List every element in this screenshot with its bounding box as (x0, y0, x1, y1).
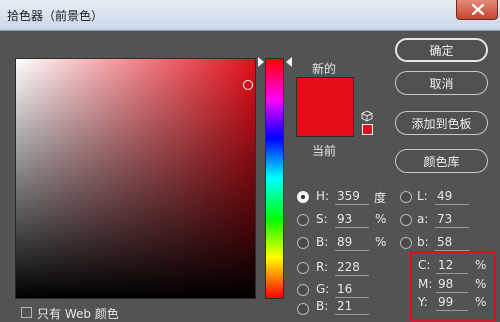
lab-b-label: b: (417, 235, 429, 249)
brightness-input[interactable]: 89 (335, 234, 369, 251)
green-label: G: (316, 282, 330, 296)
hue-radio[interactable] (297, 191, 309, 203)
lightness-label: L: (417, 189, 428, 203)
red-radio[interactable] (297, 262, 309, 274)
cyan-unit: % (475, 258, 487, 272)
green-radio[interactable] (297, 284, 309, 296)
lab-a-input[interactable]: 73 (435, 211, 469, 228)
cyan-input[interactable]: 12 (436, 257, 468, 274)
magenta-input[interactable]: 98 (436, 276, 468, 293)
only-web-colors-checkbox[interactable] (21, 307, 32, 318)
saturation-brightness-field[interactable] (15, 58, 256, 299)
close-icon (472, 4, 484, 15)
green-input[interactable]: 16 (335, 281, 369, 298)
saturation-input[interactable]: 93 (335, 211, 369, 228)
current-color-label: 当前 (312, 144, 337, 158)
blue-radio[interactable] (297, 303, 309, 315)
hue-unit: 度 (374, 191, 387, 205)
title-bar: 拾色器（前景色） (0, 0, 500, 31)
lightness-input[interactable]: 49 (435, 188, 469, 205)
magenta-unit: % (475, 277, 487, 291)
lab-a-label: a: (417, 212, 429, 226)
color-cursor[interactable] (243, 80, 253, 90)
hue-label: H: (316, 189, 330, 203)
gamut-warning-swatch[interactable] (362, 124, 373, 135)
hue-slider-handle-left[interactable] (258, 57, 264, 67)
new-color-label: 新的 (312, 62, 337, 76)
hue-input[interactable]: 359 (335, 188, 369, 205)
red-input[interactable]: 228 (335, 259, 369, 276)
lab-b-input[interactable]: 58 (435, 234, 469, 251)
color-libraries-button[interactable]: 颜色库 (395, 149, 488, 173)
hue-slider[interactable] (265, 58, 284, 299)
magenta-label: M: (418, 277, 433, 291)
red-label: R: (316, 260, 329, 274)
saturation-label: S: (316, 212, 328, 226)
cyan-label: C: (418, 258, 431, 272)
yellow-unit: % (475, 295, 487, 309)
only-web-colors-label: 只有 Web 颜色 (37, 307, 119, 321)
lightness-radio[interactable] (400, 191, 412, 203)
lab-b-radio[interactable] (400, 237, 412, 249)
yellow-input[interactable]: 99 (436, 294, 468, 311)
saturation-radio[interactable] (297, 214, 309, 226)
blue-label: B: (316, 299, 329, 313)
add-to-swatches-button[interactable]: 添加到色板 (395, 111, 488, 135)
yellow-label: Y: (418, 295, 428, 309)
cube-icon[interactable] (361, 110, 373, 122)
new-color-swatch (296, 77, 354, 137)
blue-input[interactable]: 21 (335, 298, 369, 315)
hue-slider-handle-right[interactable] (286, 57, 292, 67)
ok-button[interactable]: 确定 (395, 38, 488, 62)
brightness-unit: % (375, 235, 387, 249)
brightness-label: B: (316, 235, 329, 249)
window-title: 拾色器（前景色） (7, 9, 104, 23)
brightness-radio[interactable] (297, 237, 309, 249)
cancel-button[interactable]: 取消 (395, 71, 488, 95)
lab-a-radio[interactable] (400, 214, 412, 226)
close-button[interactable] (456, 0, 498, 20)
saturation-unit: % (375, 212, 387, 226)
